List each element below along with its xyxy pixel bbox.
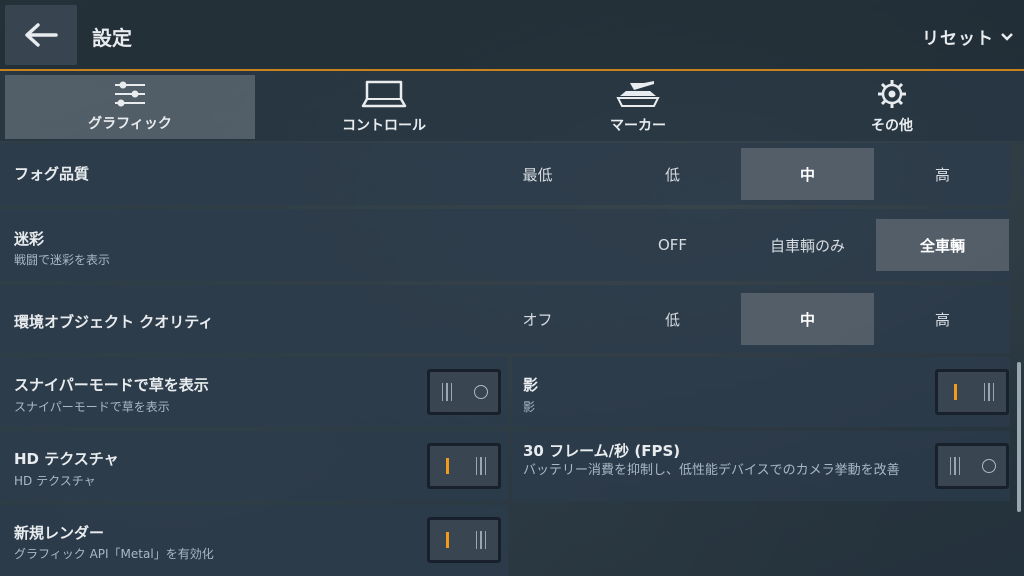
toggle-on-bars-icon xyxy=(972,372,1006,412)
camo-description: 戦闘で迷彩を表示 xyxy=(14,253,111,267)
toggle-on-indicator-icon xyxy=(430,446,464,486)
toggle-off-bars-icon xyxy=(430,372,464,412)
camo-label: 迷彩 xyxy=(14,230,45,248)
tab-controls-label: コントロール xyxy=(342,118,426,134)
gamepad-icon xyxy=(361,80,407,108)
toggle-off-circle-icon xyxy=(464,372,498,412)
gear-icon xyxy=(878,80,906,108)
shadow-toggle[interactable] xyxy=(935,369,1009,415)
page-title: 設定 xyxy=(92,26,132,50)
arrow-left-icon xyxy=(25,23,58,47)
fog-option-high[interactable]: 高 xyxy=(876,148,1009,200)
env-option-low[interactable]: 低 xyxy=(606,293,739,345)
tab-markers-label: マーカー xyxy=(610,118,666,134)
toggle-off-circle-icon xyxy=(972,446,1006,486)
tab-controls[interactable]: コントロール xyxy=(259,75,509,139)
shadow-label: 影 xyxy=(523,376,539,394)
sniper-grass-description: スナイパーモードで草を表示 xyxy=(14,400,170,414)
fog-option-low[interactable]: 低 xyxy=(606,148,739,200)
setting-cell-sniper-grass: スナイパーモードで草を表示 スナイパーモードで草を表示 xyxy=(0,357,508,427)
reset-dropdown[interactable]: リセット xyxy=(922,24,1014,49)
setting-cell-fps30: 30 フレーム/秒 (FPS) バッテリー消費を抑制し、低性能デバイスでのカメラ… xyxy=(512,431,1010,501)
new-render-label: 新規レンダー xyxy=(14,524,105,542)
scrollbar[interactable] xyxy=(1017,362,1021,512)
reset-label: リセット xyxy=(922,29,994,49)
env-option-off[interactable]: オフ xyxy=(471,293,604,345)
back-button[interactable] xyxy=(5,5,77,65)
tab-other-label: その他 xyxy=(871,118,913,134)
setting-row-fog: フォグ品質 最低 低 中 高 xyxy=(0,143,1010,205)
tab-bar: グラフィック コントロール マーカー その他 xyxy=(0,71,1024,141)
env-option-medium[interactable]: 中 xyxy=(741,293,874,345)
setting-cell-new-render: 新規レンダー グラフィック API「Metal」を有効化 xyxy=(0,505,508,576)
setting-row-camo: 迷彩 戦闘で迷彩を表示 OFF 自車輌のみ 全車輌 xyxy=(0,209,1010,281)
header-bar: 設定 リセット xyxy=(0,0,1024,71)
env-option-high[interactable]: 高 xyxy=(876,293,1009,345)
env-label: 環境オブジェクト クオリティ xyxy=(14,313,214,331)
tab-graphics-label: グラフィック xyxy=(88,116,172,132)
fps30-description: バッテリー消費を抑制し、低性能デバイスでのカメラ挙動を改善 xyxy=(523,463,900,478)
tank-icon xyxy=(616,81,660,107)
toggle-on-indicator-icon xyxy=(430,520,464,560)
fps30-label: 30 フレーム/秒 (FPS) xyxy=(523,442,681,460)
toggle-on-bars-icon xyxy=(464,446,498,486)
hd-texture-toggle[interactable] xyxy=(427,443,501,489)
sliders-icon xyxy=(115,81,145,107)
tab-markers[interactable]: マーカー xyxy=(513,75,763,139)
sniper-grass-toggle[interactable] xyxy=(427,369,501,415)
new-render-description: グラフィック API「Metal」を有効化 xyxy=(14,547,214,561)
shadow-description: 影 xyxy=(523,400,536,414)
fps30-toggle[interactable] xyxy=(935,443,1009,489)
tab-graphics[interactable]: グラフィック xyxy=(5,75,255,139)
new-render-toggle[interactable] xyxy=(427,517,501,563)
setting-cell-shadow: 影 影 xyxy=(512,357,1010,427)
hd-texture-label: HD テクスチャ xyxy=(14,450,119,468)
toggle-on-indicator-icon xyxy=(938,372,972,412)
fog-option-medium[interactable]: 中 xyxy=(741,148,874,200)
hd-texture-description: HD テクスチャ xyxy=(14,474,96,488)
chevron-down-icon xyxy=(1001,32,1013,41)
setting-row-environment: 環境オブジェクト クオリティ オフ 低 中 高 xyxy=(0,285,1010,353)
setting-cell-hd-texture: HD テクスチャ HD テクスチャ xyxy=(0,431,508,501)
toggle-off-bars-icon xyxy=(938,446,972,486)
camo-option-off[interactable]: OFF xyxy=(606,219,739,271)
camo-option-all[interactable]: 全車輌 xyxy=(876,219,1009,271)
toggle-on-bars-icon xyxy=(464,520,498,560)
fog-label: フォグ品質 xyxy=(14,165,90,183)
tab-other[interactable]: その他 xyxy=(767,75,1017,139)
sniper-grass-label: スナイパーモードで草を表示 xyxy=(14,376,209,394)
camo-option-own[interactable]: 自車輌のみ xyxy=(741,219,874,271)
fog-option-lowest[interactable]: 最低 xyxy=(471,148,604,200)
